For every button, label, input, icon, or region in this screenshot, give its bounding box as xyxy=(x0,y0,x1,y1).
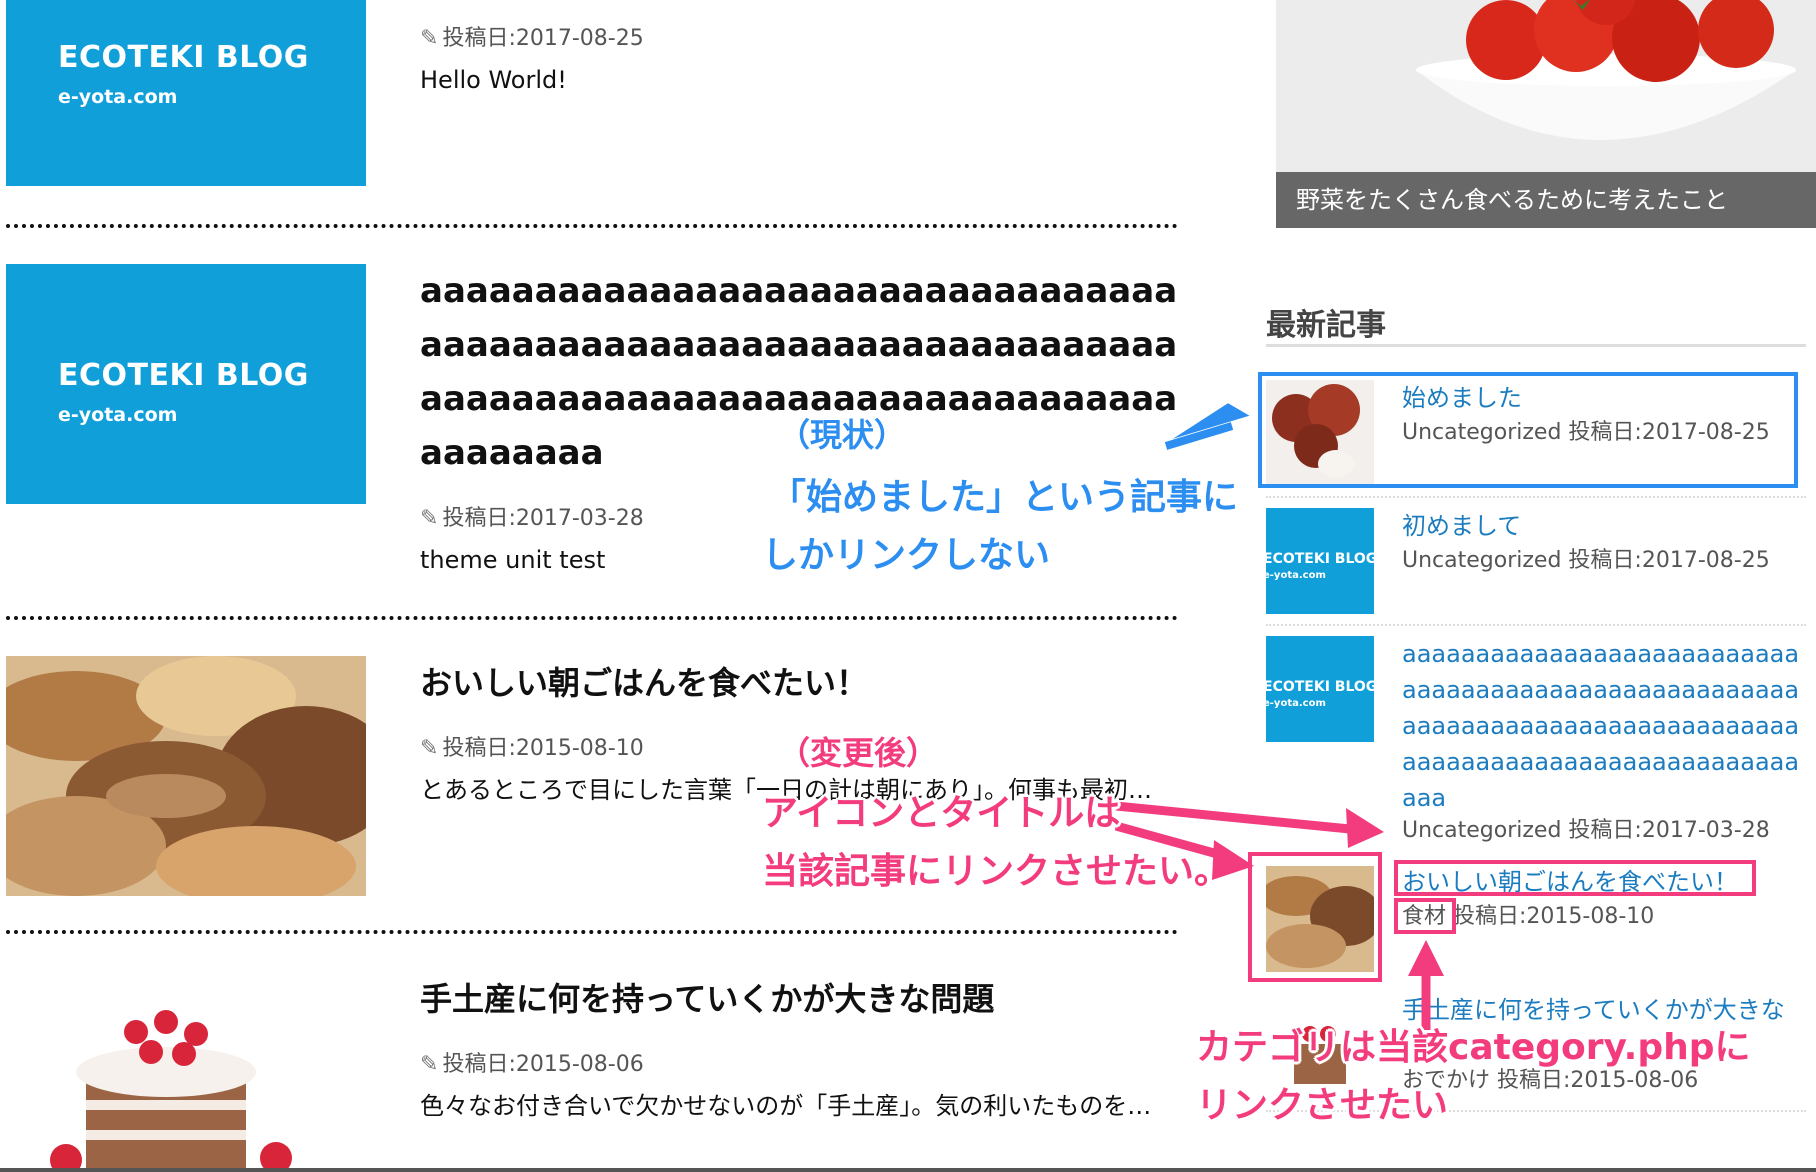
pink-arrow-head xyxy=(1408,940,1444,976)
annotation-current-label: （現状） xyxy=(778,416,907,454)
annotation-current-line1: 「始めました」という記事に xyxy=(770,477,1239,518)
icon-highlight-box xyxy=(1248,852,1382,982)
annotation-category-line1: カテゴリは当該category.phpに xyxy=(1196,1027,1751,1068)
pink-arrow-shaft xyxy=(1115,801,1361,835)
annotation-current-line2: しかリンクしない xyxy=(762,535,1051,576)
annotation-after-line2: 当該記事にリンクさせたい。 xyxy=(762,851,1231,892)
annotation-category-line2: リンクさせたい xyxy=(1196,1085,1449,1126)
annotation-after-label: （変更後） xyxy=(778,734,939,772)
category-highlight-box xyxy=(1394,898,1456,934)
bottom-bar xyxy=(0,1168,1816,1172)
pink-arrow-head xyxy=(1346,808,1384,848)
title-highlight-box xyxy=(1394,860,1756,896)
annotation-after-line1: アイコンとタイトルは xyxy=(762,793,1121,834)
annotation-arrows xyxy=(1114,400,1444,1030)
